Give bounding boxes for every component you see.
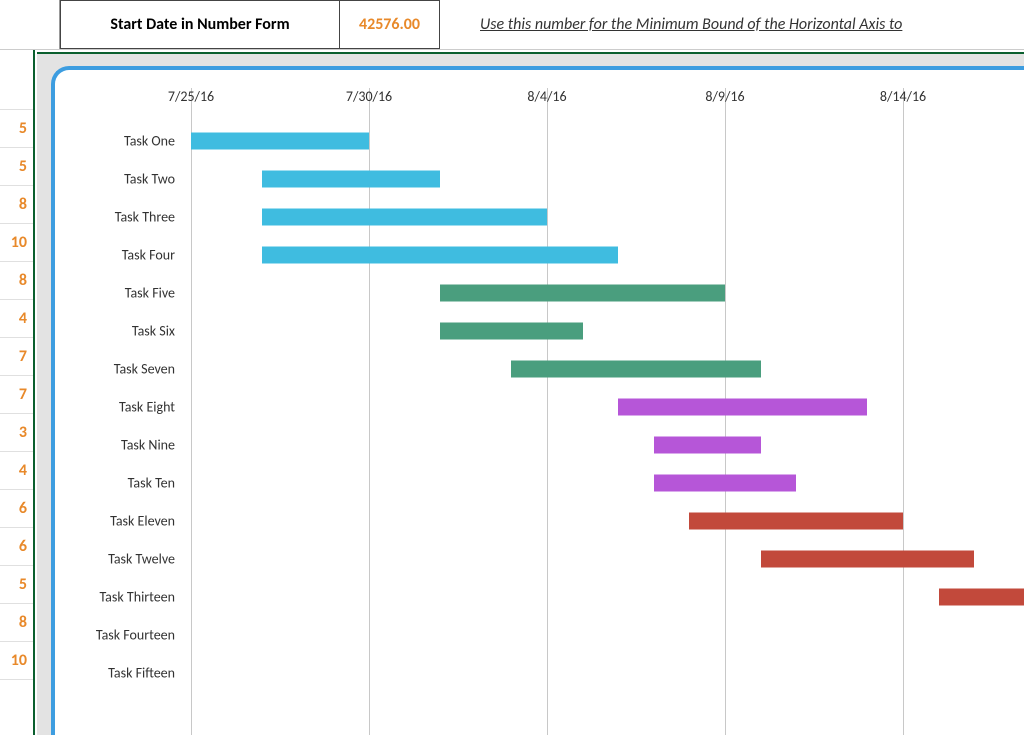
gantt-row: Task Two: [123, 160, 1024, 198]
instruction-note: Use this number for the Minimum Bound of…: [440, 0, 1024, 49]
gantt-bar[interactable]: [761, 551, 975, 568]
axis-tick-label: 7/30/16: [346, 88, 392, 105]
task-label: Task Five: [53, 285, 183, 302]
axis-tick-label: 8/9/16: [705, 88, 744, 105]
gantt-bar[interactable]: [618, 399, 867, 416]
axis-tick-label: 7/25/16: [168, 88, 214, 105]
header-row: Start Date in Number Form 42576.00 Use t…: [0, 0, 1024, 50]
gantt-bar[interactable]: [191, 133, 369, 150]
gantt-bar[interactable]: [262, 247, 618, 264]
task-label: Task Nine: [53, 437, 183, 454]
task-label: Task One: [53, 133, 183, 150]
duration-cell[interactable]: 10: [0, 224, 33, 262]
gantt-plot[interactable]: 7/25/16 7/30/16 8/4/16 8/9/16 8/14/16 Task On…: [123, 88, 1024, 735]
duration-cell[interactable]: 5: [0, 148, 33, 186]
duration-cell[interactable]: 8: [0, 262, 33, 300]
duration-column: 55810847734665810: [0, 50, 35, 735]
task-label: Task Six: [53, 323, 183, 340]
task-label: Task Seven: [53, 361, 183, 378]
gantt-bar[interactable]: [654, 437, 761, 454]
gantt-row: Task One: [123, 122, 1024, 160]
task-label: Task Eight: [53, 399, 183, 416]
duration-cell[interactable]: 5: [0, 566, 33, 604]
gantt-row: Task Eight: [123, 388, 1024, 426]
side-spacer: [0, 50, 33, 110]
duration-cell[interactable]: 4: [0, 300, 33, 338]
duration-cell[interactable]: 7: [0, 376, 33, 414]
chart-frame: 7/25/16 7/30/16 8/4/16 8/9/16 8/14/16 Task On…: [51, 66, 1024, 735]
axis-tick-label: 8/4/16: [527, 88, 566, 105]
duration-cell[interactable]: 7: [0, 338, 33, 376]
gantt-row: Task Thirteen: [123, 578, 1024, 616]
gantt-row: Task Nine: [123, 426, 1024, 464]
gantt-row: Task Fifteen: [123, 654, 1024, 692]
duration-cell[interactable]: 6: [0, 528, 33, 566]
duration-cell[interactable]: 5: [0, 110, 33, 148]
gantt-row: Task Five: [123, 274, 1024, 312]
gantt-bar[interactable]: [689, 513, 903, 530]
task-label: Task Four: [53, 247, 183, 264]
duration-cell[interactable]: 10: [0, 642, 33, 680]
gantt-bar[interactable]: [262, 209, 547, 226]
gantt-row: Task Seven: [123, 350, 1024, 388]
blank-cell: [0, 0, 60, 49]
duration-cell[interactable]: 6: [0, 490, 33, 528]
task-label: Task Twelve: [53, 551, 183, 568]
start-date-value-cell[interactable]: 42576.00: [340, 0, 440, 49]
duration-cell[interactable]: 8: [0, 186, 33, 224]
gantt-row: Task Twelve: [123, 540, 1024, 578]
gantt-bar[interactable]: [440, 323, 582, 340]
gantt-row: Task Fourteen: [123, 616, 1024, 654]
gantt-bar[interactable]: [939, 589, 1024, 606]
duration-cell[interactable]: 3: [0, 414, 33, 452]
axis-tick-label: 8/14/16: [880, 88, 926, 105]
duration-cell[interactable]: 4: [0, 452, 33, 490]
duration-cell[interactable]: 8: [0, 604, 33, 642]
gantt-row: Task Ten: [123, 464, 1024, 502]
task-label: Task Fourteen: [53, 627, 183, 644]
gantt-row: Task Three: [123, 198, 1024, 236]
task-label: Task Fifteen: [53, 665, 183, 682]
task-label: Task Ten: [53, 475, 183, 492]
task-label: Task Thirteen: [53, 589, 183, 606]
task-label: Task Two: [53, 171, 183, 188]
gantt-bar[interactable]: [440, 285, 725, 302]
gantt-bar[interactable]: [654, 475, 796, 492]
gantt-row: Task Eleven: [123, 502, 1024, 540]
start-date-label-cell[interactable]: Start Date in Number Form: [60, 0, 340, 49]
gantt-row: Task Six: [123, 312, 1024, 350]
chart-container: 7/25/16 7/30/16 8/4/16 8/9/16 8/14/16 Task On…: [37, 52, 1024, 735]
gantt-bar[interactable]: [262, 171, 440, 188]
gantt-row: Task Four: [123, 236, 1024, 274]
gantt-bar[interactable]: [511, 361, 760, 378]
task-label: Task Eleven: [53, 513, 183, 530]
task-label: Task Three: [53, 209, 183, 226]
